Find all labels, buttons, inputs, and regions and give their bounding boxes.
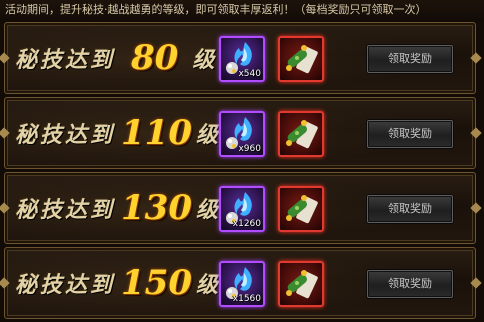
requirement-label: 秘技达到 — [15, 122, 116, 148]
level-requirement: 秘技达到 110 级 — [15, 106, 221, 160]
level-number: 150 — [121, 263, 192, 303]
level-unit: 级 — [196, 272, 222, 298]
claim-reward-button[interactable]: 领取奖励 — [367, 270, 453, 298]
claim-reward-button[interactable]: 领取奖励 — [367, 45, 453, 73]
level-unit: 级 — [192, 47, 218, 73]
level-number: 130 — [121, 188, 192, 228]
level-number: 110 — [121, 113, 192, 153]
scroll-item-slot[interactable] — [278, 261, 324, 307]
claim-reward-button[interactable]: 领取奖励 — [367, 120, 453, 148]
orb-quantity: x540 — [238, 69, 261, 79]
reward-row-80: 秘技达到 80 级 x540 领取奖励 — [4, 22, 476, 94]
claim-reward-button[interactable]: 领取奖励 — [367, 195, 453, 223]
orb-item-slot[interactable]: x540 — [219, 36, 265, 82]
level-number: 80 — [131, 38, 179, 78]
level-requirement: 秘技达到 130 级 — [15, 181, 221, 235]
reward-row-150: 秘技达到 150 级 x1560 领取奖励 — [4, 247, 476, 319]
scroll-item-slot[interactable] — [278, 186, 324, 232]
level-requirement: 秘技达到 80 级 — [15, 31, 217, 85]
requirement-label: 秘技达到 — [15, 47, 116, 73]
orb-quantity: x1260 — [232, 219, 261, 229]
reward-row-130: 秘技达到 130 级 x1260 领取奖励 — [4, 172, 476, 244]
jade-scroll-icon — [286, 270, 318, 299]
scroll-item-slot[interactable] — [278, 36, 324, 82]
orb-item-slot[interactable]: x1260 — [219, 186, 265, 232]
reward-list: 秘技达到 80 级 x540 领取奖励 秘技达到 110 级 x960 领取奖励… — [0, 22, 484, 322]
level-requirement: 秘技达到 150 级 — [15, 256, 221, 310]
jade-scroll-icon — [286, 195, 318, 224]
event-notice: 活动期间，提升秘技·越战越勇的等级，即可领取丰厚返利！（每档奖励只可领取一次） — [0, 0, 484, 19]
requirement-label: 秘技达到 — [15, 197, 116, 223]
jade-scroll-icon — [286, 120, 318, 149]
jade-scroll-icon — [286, 45, 318, 74]
reward-row-110: 秘技达到 110 级 x960 领取奖励 — [4, 97, 476, 169]
level-unit: 级 — [196, 122, 222, 148]
orb-quantity: x960 — [238, 144, 261, 154]
requirement-label: 秘技达到 — [15, 272, 116, 298]
level-unit: 级 — [196, 197, 222, 223]
orb-item-slot[interactable]: x1560 — [219, 261, 265, 307]
scroll-item-slot[interactable] — [278, 111, 324, 157]
orb-item-slot[interactable]: x960 — [219, 111, 265, 157]
orb-quantity: x1560 — [232, 294, 261, 304]
